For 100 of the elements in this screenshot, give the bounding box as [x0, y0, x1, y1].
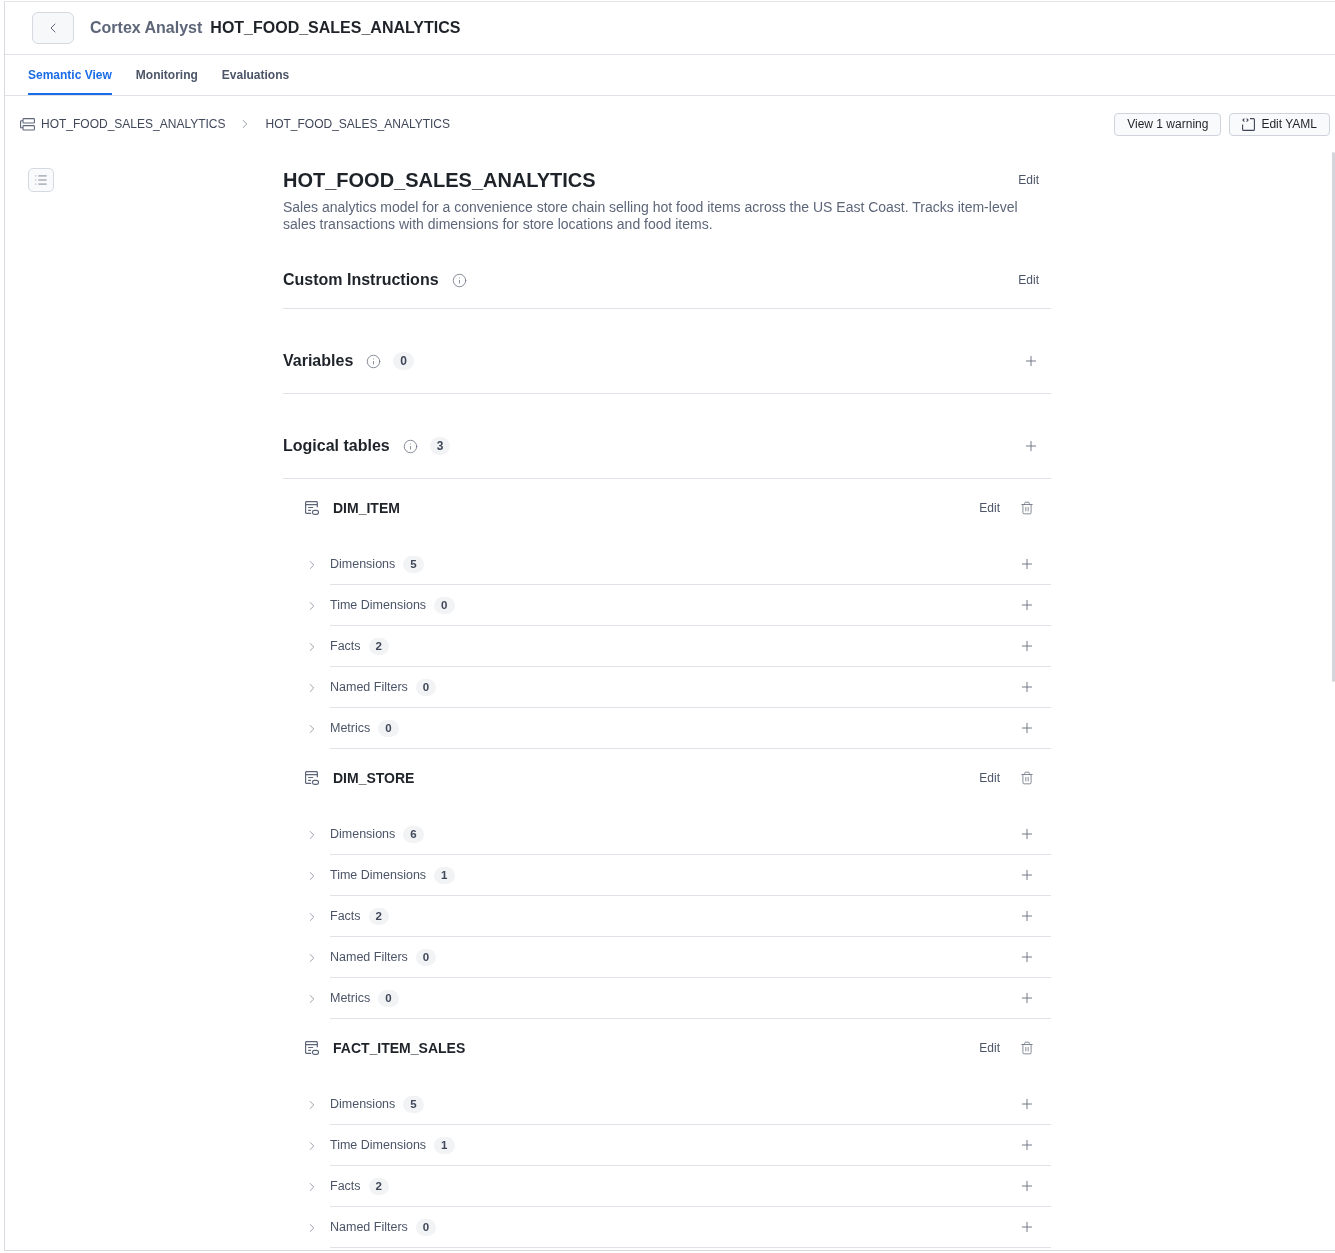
table-icon — [305, 771, 319, 785]
group-label[interactable]: Facts — [330, 909, 361, 923]
count-badge: 0 — [393, 352, 414, 370]
plus-icon — [1019, 720, 1035, 736]
add-button[interactable] — [1023, 353, 1039, 369]
table-icon — [305, 501, 319, 515]
delete-button[interactable] — [1020, 771, 1034, 785]
breadcrumb-item[interactable]: HOT_FOOD_SALES_ANALYTICS — [41, 117, 226, 131]
plus-icon — [1019, 597, 1035, 613]
count-badge: 0 — [415, 948, 437, 966]
add-button[interactable] — [1019, 990, 1035, 1006]
group-label[interactable]: Dimensions — [330, 827, 396, 841]
model-description: Sales analytics model for a convenience store chain selling hot food items across the US East Coast. Tracks item-level sales transactions with dimensions for store locations and food items. — [283, 199, 1019, 233]
add-button[interactable] — [1019, 1219, 1035, 1235]
count-badge: 2 — [368, 907, 389, 925]
code-file-icon — [1242, 117, 1256, 131]
edit-yaml-button[interactable]: Edit YAML — [1229, 112, 1330, 136]
group-label[interactable]: Named Filters — [330, 950, 408, 964]
table-name: FACT_ITEM_SALES — [333, 1040, 467, 1056]
add-button[interactable] — [1019, 597, 1035, 613]
edit-link[interactable]: Edit — [979, 501, 1000, 515]
group-label[interactable]: Time Dimensions — [330, 598, 427, 612]
count-badge: 0 — [434, 596, 455, 614]
add-button[interactable] — [1019, 638, 1035, 654]
group-label[interactable]: Dimensions — [330, 557, 396, 571]
add-button[interactable] — [1023, 438, 1039, 454]
add-button[interactable] — [1019, 556, 1035, 572]
back-button[interactable] — [32, 12, 74, 44]
tab[interactable]: Evaluations — [221, 55, 290, 95]
add-button[interactable] — [1019, 679, 1035, 695]
info-icon[interactable] — [366, 353, 382, 369]
count-badge: 0 — [415, 1218, 437, 1236]
add-button[interactable] — [1019, 949, 1035, 965]
add-button[interactable] — [1019, 908, 1035, 924]
edit-link[interactable]: Edit — [979, 771, 1000, 785]
plus-icon — [1023, 353, 1039, 369]
plus-icon — [1019, 1137, 1035, 1153]
count-badge: 5 — [403, 1095, 424, 1113]
info-icon[interactable] — [451, 272, 467, 288]
add-button[interactable] — [1019, 1178, 1035, 1194]
group-label[interactable]: Metrics — [330, 991, 371, 1005]
section-title: Custom Instructions — [283, 271, 439, 289]
plus-icon — [1019, 949, 1035, 965]
trash-icon — [1020, 771, 1034, 785]
group-label[interactable]: Named Filters — [330, 680, 408, 694]
add-button[interactable] — [1019, 1096, 1035, 1112]
group-label[interactable]: Time Dimensions — [330, 868, 427, 882]
outline-button[interactable] — [28, 168, 54, 192]
edit-link[interactable]: Edit — [1018, 173, 1039, 187]
trash-icon — [1020, 1041, 1034, 1055]
edit-link[interactable]: Edit — [979, 1041, 1000, 1055]
model-title: HOT_FOOD_SALES_ANALYTICS — [283, 168, 597, 192]
info-icon[interactable] — [402, 438, 418, 454]
group-label[interactable]: Metrics — [330, 721, 371, 735]
delete-button[interactable] — [1020, 501, 1034, 515]
plus-icon — [1019, 826, 1035, 842]
add-button[interactable] — [1019, 1137, 1035, 1153]
page-title: HOT_FOOD_SALES_ANALYTICS — [210, 19, 461, 37]
plus-icon — [1023, 438, 1039, 454]
count-badge: 3 — [429, 437, 451, 455]
plus-icon — [1019, 556, 1035, 572]
trash-icon — [1020, 501, 1034, 515]
plus-icon — [1019, 990, 1035, 1006]
count-badge: 2 — [368, 1177, 389, 1195]
plus-icon — [1019, 1096, 1035, 1112]
section-title: Variables — [283, 352, 354, 370]
table-name: DIM_ITEM — [333, 500, 401, 516]
group-label[interactable]: Named Filters — [330, 1220, 408, 1234]
delete-button[interactable] — [1020, 1041, 1034, 1055]
warning-button[interactable]: View 1 warning — [1114, 112, 1222, 136]
count-badge: 1 — [434, 866, 455, 884]
count-badge: 1 — [434, 1136, 455, 1154]
breadcrumb-item[interactable]: HOT_FOOD_SALES_ANALYTICS — [265, 117, 450, 131]
scrollbar-thumb[interactable] — [1332, 152, 1335, 682]
tab[interactable]: Semantic View — [28, 55, 112, 95]
group-label[interactable]: Facts — [330, 1179, 361, 1193]
product-name: Cortex Analyst — [90, 19, 203, 37]
plus-icon — [1019, 867, 1035, 883]
add-button[interactable] — [1019, 720, 1035, 736]
section-title: Logical tables — [283, 437, 390, 455]
stacked-rectangles-icon — [20, 117, 35, 131]
group-label[interactable]: Facts — [330, 639, 361, 653]
plus-icon — [1019, 638, 1035, 654]
add-button[interactable] — [1019, 826, 1035, 842]
plus-icon — [1019, 908, 1035, 924]
edit-link[interactable]: Edit — [1018, 273, 1039, 287]
count-badge: 0 — [415, 678, 437, 696]
count-badge: 0 — [378, 989, 399, 1007]
plus-icon — [1019, 1219, 1035, 1235]
tab[interactable]: Monitoring — [135, 55, 198, 95]
plus-icon — [1019, 1178, 1035, 1194]
add-button[interactable] — [1019, 867, 1035, 883]
table-name: DIM_STORE — [333, 770, 416, 786]
table-icon — [305, 1041, 319, 1055]
plus-icon — [1019, 679, 1035, 695]
list-icon — [34, 173, 48, 187]
count-badge: 0 — [378, 719, 399, 737]
count-badge: 5 — [403, 555, 424, 573]
group-label[interactable]: Dimensions — [330, 1097, 396, 1111]
group-label[interactable]: Time Dimensions — [330, 1138, 427, 1152]
